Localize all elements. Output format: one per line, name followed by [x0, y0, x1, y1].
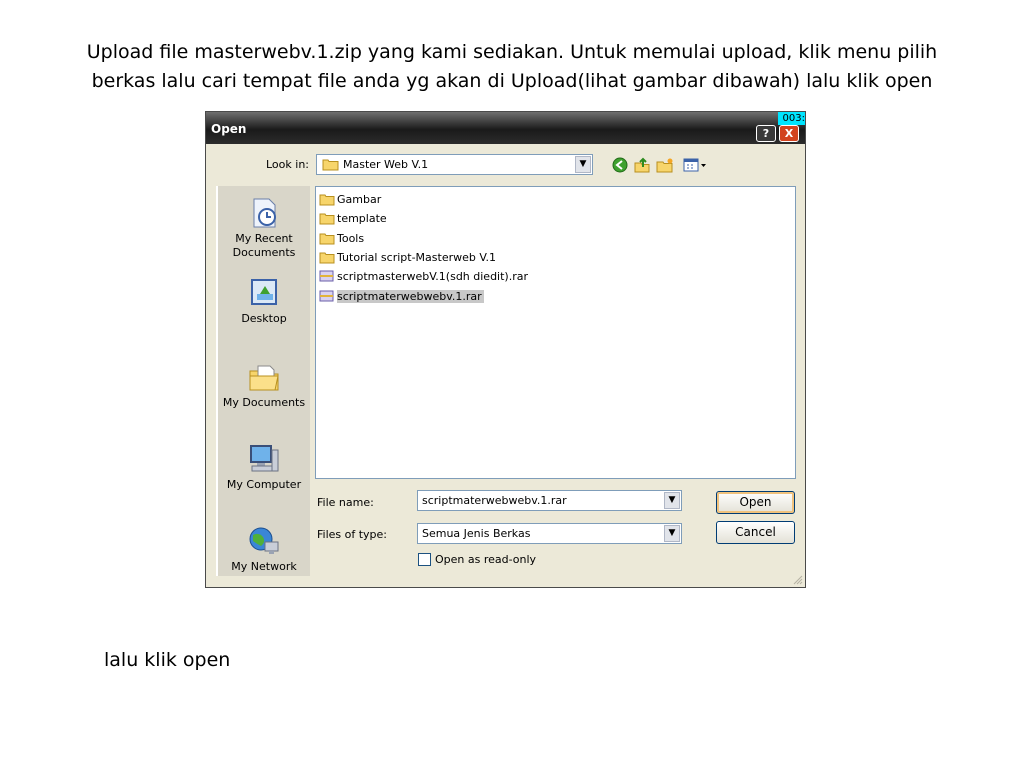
instruction-line-1: Upload file masterwebv.1.zip yang kami s…: [86, 41, 938, 63]
place-label: Desktop: [241, 312, 287, 325]
open-dialog: Open 003: ? X Look in: Master Web V.1 ▼: [205, 111, 806, 588]
my-documents-icon: [249, 365, 279, 391]
read-only-label: Open as read-only: [435, 553, 537, 566]
help-button[interactable]: ?: [756, 125, 776, 142]
list-item[interactable]: Gambar: [319, 191, 381, 207]
file-name: scriptmaterwebwebv.1.rar: [337, 289, 484, 303]
resize-grip-icon[interactable]: [792, 574, 803, 585]
chevron-down-icon[interactable]: ▼: [664, 525, 680, 542]
my-computer-icon: [250, 445, 279, 472]
read-only-checkbox[interactable]: [418, 553, 431, 566]
folder-icon: [319, 194, 335, 205]
rar-file-icon: [319, 290, 334, 302]
list-item-selected[interactable]: scriptmaterwebwebv.1.rar: [319, 288, 484, 304]
recent-documents-icon: [253, 198, 276, 228]
look-in-value: Master Web V.1: [343, 158, 429, 171]
place-my-computer[interactable]: My Computer: [218, 442, 310, 492]
file-list[interactable]: Gambar template Tools Tutorial script-Ma…: [315, 186, 796, 479]
list-item[interactable]: template: [319, 210, 387, 226]
place-label: My Computer: [226, 478, 302, 491]
folder-icon: [319, 252, 335, 263]
file-name: template: [337, 211, 387, 225]
files-of-type-label: Files of type:: [317, 528, 388, 541]
places-bar: My Recent Documents Desktop My Documents: [216, 186, 310, 576]
rar-file-icon: [319, 270, 334, 282]
dialog-titlebar[interactable]: Open 003: ? X: [206, 112, 805, 144]
new-folder-icon[interactable]: [656, 157, 674, 173]
open-button[interactable]: Open: [716, 491, 795, 514]
place-my-documents[interactable]: My Documents: [218, 360, 310, 410]
place-label: My Documents: [222, 396, 306, 409]
place-label: My Network: [231, 560, 297, 573]
desktop-icon: [251, 279, 277, 305]
folder-icon: [319, 233, 335, 244]
close-button[interactable]: X: [779, 125, 799, 142]
file-name-label: File name:: [317, 496, 374, 509]
file-name-input[interactable]: scriptmaterwebwebv.1.rar ▼: [417, 490, 682, 511]
slide-footer-text: lalu klik open: [104, 649, 231, 671]
slide-instruction: Upload file masterwebv.1.zip yang kami s…: [20, 38, 1004, 96]
file-name: Tutorial script-Masterweb V.1: [337, 250, 496, 264]
look-in-dropdown[interactable]: Master Web V.1 ▼: [316, 154, 593, 175]
back-icon[interactable]: [611, 157, 629, 173]
views-menu-icon[interactable]: [683, 157, 707, 173]
file-name: Gambar: [337, 192, 382, 206]
chevron-down-icon[interactable]: ▼: [575, 156, 591, 173]
file-name-value: scriptmaterwebwebv.1.rar: [422, 494, 567, 507]
read-only-option[interactable]: Open as read-only: [418, 553, 536, 566]
folder-icon: [322, 159, 339, 171]
file-name: Tools: [337, 231, 365, 245]
counter-overlay: 003:: [778, 112, 805, 125]
place-label: My Recent: [235, 232, 293, 245]
list-item[interactable]: scriptmasterwebV.1(sdh diedit).rar: [319, 268, 528, 284]
chevron-down-icon[interactable]: ▼: [664, 492, 680, 509]
place-label: Documents: [232, 246, 296, 259]
list-item[interactable]: Tutorial script-Masterweb V.1: [319, 249, 496, 265]
files-of-type-value: Semua Jenis Berkas: [422, 527, 531, 540]
file-name: scriptmasterwebV.1(sdh diedit).rar: [337, 269, 528, 283]
files-of-type-dropdown[interactable]: Semua Jenis Berkas ▼: [417, 523, 682, 544]
up-folder-icon[interactable]: [633, 157, 651, 173]
place-desktop[interactable]: Desktop: [218, 276, 310, 326]
folder-icon: [319, 213, 335, 224]
look-in-label: Look in:: [266, 158, 309, 171]
list-item[interactable]: Tools: [319, 230, 364, 246]
place-my-network[interactable]: My Network: [218, 524, 310, 574]
place-my-recent-documents[interactable]: My Recent Documents: [218, 196, 310, 260]
dialog-title: Open: [211, 122, 247, 136]
instruction-line-2: berkas lalu cari tempat file anda yg aka…: [91, 70, 933, 92]
cancel-button[interactable]: Cancel: [716, 521, 795, 544]
my-network-icon: [249, 527, 279, 554]
